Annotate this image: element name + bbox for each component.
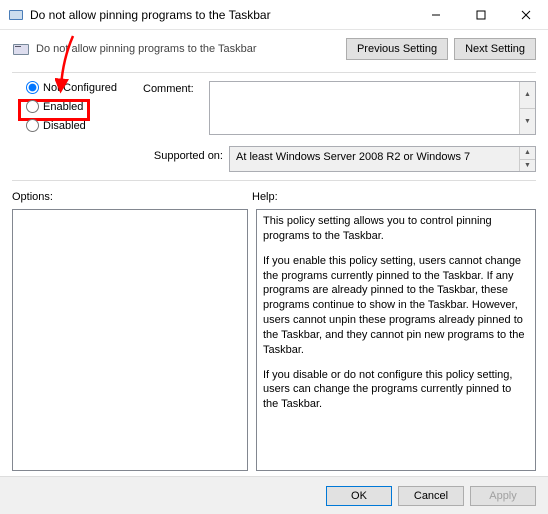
supported-on-label: Supported on: bbox=[143, 146, 223, 172]
radio-disabled-input[interactable] bbox=[26, 119, 39, 132]
minimize-button[interactable] bbox=[413, 0, 458, 29]
next-setting-button[interactable]: Next Setting bbox=[454, 38, 536, 60]
help-text: This policy setting allows you to contro… bbox=[263, 214, 529, 244]
comment-scroll-up[interactable]: ▲ bbox=[519, 82, 535, 109]
previous-setting-button[interactable]: Previous Setting bbox=[346, 38, 448, 60]
cancel-button[interactable]: Cancel bbox=[398, 486, 464, 506]
options-panel bbox=[12, 209, 248, 471]
policy-header-icon bbox=[12, 40, 30, 58]
help-text: If you enable this policy setting, users… bbox=[263, 254, 529, 358]
radio-disabled-label: Disabled bbox=[43, 120, 86, 132]
window-title: Do not allow pinning programs to the Tas… bbox=[30, 8, 413, 22]
close-button[interactable] bbox=[503, 0, 548, 29]
radio-not-configured-input[interactable] bbox=[26, 81, 39, 94]
apply-button[interactable]: Apply bbox=[470, 486, 536, 506]
radio-disabled[interactable]: Disabled bbox=[26, 119, 127, 132]
supported-scroll-down[interactable]: ▼ bbox=[519, 160, 535, 172]
comment-textarea[interactable]: ▲ ▼ bbox=[209, 81, 536, 135]
comment-label: Comment: bbox=[143, 81, 203, 138]
radio-enabled-input[interactable] bbox=[26, 100, 39, 113]
policy-title: Do not allow pinning programs to the Tas… bbox=[36, 43, 346, 55]
dialog-footer: OK Cancel Apply bbox=[0, 476, 548, 514]
policy-icon bbox=[8, 7, 24, 23]
supported-on-value: At least Windows Server 2008 R2 or Windo… bbox=[229, 146, 536, 172]
help-text: If you disable or do not configure this … bbox=[263, 368, 529, 413]
radio-not-configured-label: Not Configured bbox=[43, 82, 117, 94]
separator bbox=[12, 72, 536, 73]
maximize-button[interactable] bbox=[458, 0, 503, 29]
separator bbox=[12, 180, 536, 181]
radio-enabled[interactable]: Enabled bbox=[26, 100, 127, 113]
ok-button[interactable]: OK bbox=[326, 486, 392, 506]
radio-enabled-label: Enabled bbox=[43, 101, 83, 113]
options-label: Options: bbox=[12, 191, 252, 203]
comment-scroll-down[interactable]: ▼ bbox=[519, 109, 535, 135]
supported-scroll-up[interactable]: ▲ bbox=[519, 147, 535, 160]
titlebar: Do not allow pinning programs to the Tas… bbox=[0, 0, 548, 30]
help-panel: This policy setting allows you to contro… bbox=[256, 209, 536, 471]
help-label: Help: bbox=[252, 191, 536, 203]
radio-not-configured[interactable]: Not Configured bbox=[26, 81, 127, 94]
